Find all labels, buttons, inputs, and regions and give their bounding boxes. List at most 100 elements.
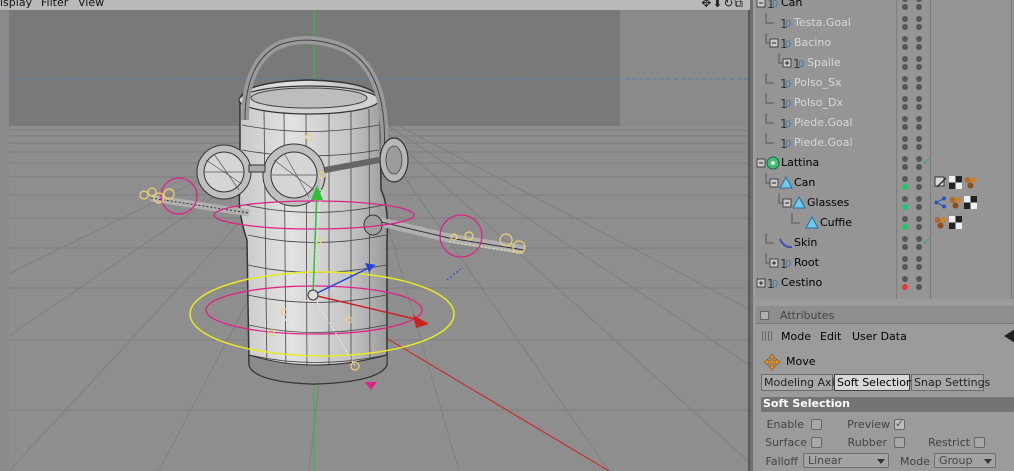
object-name[interactable]: Testa.Goal: [794, 16, 851, 29]
layer-dot[interactable]: [916, 64, 922, 70]
object-row[interactable]: Glasses: [756, 193, 1014, 213]
layer-dot[interactable]: [916, 56, 922, 62]
render-visibility-dot[interactable]: [902, 244, 908, 250]
render-visibility-dot[interactable]: [902, 144, 908, 150]
sphere-material-icon[interactable]: [934, 216, 947, 229]
weight-tag-icon[interactable]: [934, 196, 947, 209]
object-row[interactable]: 1 0 Piede.Goal: [756, 113, 1014, 133]
mode-dropdown[interactable]: Group: [934, 453, 996, 468]
enabled-check-icon[interactable]: ✓: [922, 235, 931, 248]
surface-checkbox[interactable]: [811, 437, 822, 448]
object-row[interactable]: 1 0 Polso_Sx: [756, 73, 1014, 93]
layer-dot[interactable]: [916, 204, 922, 210]
editor-visibility-dot[interactable]: [902, 236, 908, 242]
layer-dot[interactable]: [916, 284, 922, 290]
panel-toggle-icon[interactable]: [760, 311, 769, 320]
object-name[interactable]: Skin: [794, 236, 817, 249]
object-row[interactable]: 1 0 Spalle: [756, 53, 1014, 73]
enabled-check-icon[interactable]: ✓: [922, 155, 931, 168]
object-row[interactable]: 1 0 Bacino: [756, 33, 1014, 53]
sphere-material-icon[interactable]: [964, 176, 977, 189]
menu-display[interactable]: isplay: [0, 0, 32, 9]
layer-dot[interactable]: [916, 224, 922, 230]
layer-dot[interactable]: [916, 184, 922, 190]
editor-visibility-dot[interactable]: [902, 16, 908, 22]
layer-dot[interactable]: [916, 256, 922, 262]
render-visibility-dot[interactable]: [902, 164, 908, 170]
rubber-checkbox[interactable]: [894, 437, 905, 448]
editor-visibility-dot[interactable]: [902, 56, 908, 62]
falloff-dropdown[interactable]: Linear: [803, 453, 889, 468]
object-name[interactable]: Piede.Goal: [794, 136, 853, 149]
layer-dot[interactable]: [916, 136, 922, 142]
render-visibility-dot[interactable]: [902, 124, 908, 130]
viewport-navigation-icons[interactable]: ✥⬇↻⧉: [701, 0, 744, 10]
preview-checkbox[interactable]: [894, 417, 905, 430]
object-name[interactable]: Polso_Dx: [794, 96, 843, 109]
object-name[interactable]: Piede.Goal: [794, 116, 853, 129]
object-name[interactable]: Spalle: [807, 56, 841, 69]
checker-material-icon[interactable]: [964, 196, 977, 209]
menu-view[interactable]: View: [78, 0, 104, 9]
object-row[interactable]: Can: [756, 173, 1014, 193]
object-name[interactable]: Can: [781, 0, 802, 9]
layer-dot[interactable]: [916, 44, 922, 50]
menu-mode[interactable]: Mode: [781, 330, 811, 343]
object-row[interactable]: 1 0 Testa.Goal: [756, 13, 1014, 33]
layer-dot[interactable]: [916, 76, 922, 82]
editor-visibility-dot[interactable]: [902, 96, 908, 102]
layer-dot[interactable]: [916, 104, 922, 110]
object-name[interactable]: Root: [794, 256, 819, 269]
render-visibility-dot[interactable]: [902, 184, 908, 190]
layer-dot[interactable]: [916, 264, 922, 270]
editor-visibility-dot[interactable]: [902, 216, 908, 222]
editor-visibility-dot[interactable]: [902, 256, 908, 262]
object-name[interactable]: Cestino: [781, 276, 822, 289]
layer-dot[interactable]: [916, 196, 922, 202]
object-row[interactable]: Skin ✓: [756, 233, 1014, 253]
render-visibility-dot[interactable]: [902, 44, 908, 50]
object-row[interactable]: Lattina ✓: [756, 153, 1014, 173]
editor-visibility-dot[interactable]: [902, 276, 908, 282]
render-visibility-dot[interactable]: [902, 24, 908, 30]
checker-material-icon[interactable]: [949, 216, 962, 229]
rig-tag-icon[interactable]: [934, 176, 947, 189]
enable-checkbox[interactable]: [811, 419, 822, 430]
editor-visibility-dot[interactable]: [902, 196, 908, 202]
object-row[interactable]: 1 0 Cestino: [756, 273, 1014, 293]
layer-dot[interactable]: [916, 0, 922, 2]
layer-dot[interactable]: [916, 276, 922, 282]
layer-dot[interactable]: [916, 96, 922, 102]
layer-dot[interactable]: [916, 84, 922, 90]
editor-visibility-dot[interactable]: [902, 116, 908, 122]
object-name[interactable]: Can: [794, 176, 815, 189]
object-name[interactable]: Cuffie: [820, 216, 852, 229]
layer-dot[interactable]: [916, 124, 922, 130]
object-name[interactable]: Lattina: [781, 156, 819, 169]
object-row[interactable]: 1 0 Piede.Goal: [756, 133, 1014, 153]
tab-modeling-axis[interactable]: Modeling Axis: [761, 374, 840, 391]
editor-visibility-dot[interactable]: [902, 0, 908, 2]
object-row[interactable]: 1 0 Root: [756, 253, 1014, 273]
render-visibility-dot[interactable]: [902, 204, 908, 210]
layer-dot[interactable]: [916, 4, 922, 10]
3d-viewport[interactable]: isplay Filter View ✥⬇↻⧉: [0, 0, 750, 471]
editor-visibility-dot[interactable]: [902, 176, 908, 182]
object-row[interactable]: Cuffie: [756, 213, 1014, 233]
editor-visibility-dot[interactable]: [902, 76, 908, 82]
render-visibility-dot[interactable]: [902, 104, 908, 110]
layer-dot[interactable]: [916, 216, 922, 222]
tab-snap-settings[interactable]: Snap Settings: [911, 374, 990, 391]
checker-material-icon[interactable]: [949, 176, 962, 189]
object-name[interactable]: Bacino: [794, 36, 831, 49]
object-manager[interactable]: 1 0 Can 1 0 Testa.Goal 1 0 Bacino 1 0 Spalle 1 0 Polso…: [756, 0, 1014, 299]
sphere-material-icon[interactable]: [949, 196, 962, 209]
object-name[interactable]: Glasses: [807, 196, 849, 209]
restrict-checkbox[interactable]: [974, 437, 985, 448]
layer-dot[interactable]: [916, 36, 922, 42]
layer-dot[interactable]: [916, 16, 922, 22]
object-row[interactable]: 1 0 Can: [756, 0, 1014, 13]
editor-visibility-dot[interactable]: [902, 36, 908, 42]
render-visibility-dot[interactable]: [902, 4, 908, 10]
back-arrow-icon[interactable]: [1004, 329, 1014, 343]
